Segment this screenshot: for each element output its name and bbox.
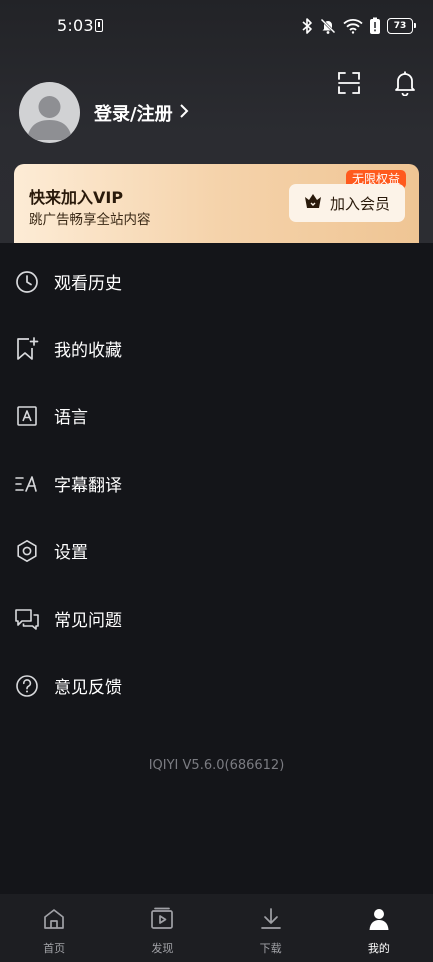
battery-indicator: 73 xyxy=(387,18,416,34)
nav-label: 下载 xyxy=(259,942,282,955)
nav-home[interactable]: 首页 xyxy=(0,894,108,962)
nav-profile[interactable]: 我的 xyxy=(325,894,433,962)
login-label: 登录/注册 xyxy=(94,104,173,125)
gear-icon xyxy=(14,538,40,564)
scan-icon[interactable] xyxy=(335,68,363,98)
menu-item-settings[interactable]: 设置 xyxy=(0,517,433,584)
bell-icon[interactable] xyxy=(391,68,419,98)
vip-promo-card[interactable]: 快来加入VIP 跳广告畅享全站内容 无限权益 加入会员 xyxy=(14,164,419,243)
status-icons: 73 xyxy=(301,15,416,37)
menu-label: 常见问题 xyxy=(54,611,122,631)
header-actions xyxy=(335,68,419,98)
join-vip-button[interactable]: 加入会员 xyxy=(289,184,405,222)
discover-icon xyxy=(149,906,175,932)
app-screen: 5:03 73 登录/注册 快来加入VIP 跳广告畅享全站内容 无限权益 加入会… xyxy=(0,0,433,962)
vip-subtitle: 跳广告畅享全站内容 xyxy=(29,212,151,228)
alert-battery-icon xyxy=(369,17,381,35)
nav-label: 首页 xyxy=(43,942,66,955)
menu-label: 观看历史 xyxy=(54,274,122,294)
chat-icon xyxy=(14,606,40,632)
menu-label: 意见反馈 xyxy=(54,678,122,698)
menu-label: 设置 xyxy=(54,543,88,563)
wifi-icon xyxy=(343,18,363,34)
menu-label: 语言 xyxy=(54,408,88,428)
login-register-link[interactable]: 登录/注册 xyxy=(94,100,189,126)
menu-item-language[interactable]: 语言 xyxy=(0,382,433,449)
menu-item-faq[interactable]: 常见问题 xyxy=(0,585,433,652)
crown-icon xyxy=(304,193,322,213)
clock-icon xyxy=(14,269,40,295)
app-version: IQIYI V5.6.0(686612) xyxy=(148,758,285,773)
status-time: 5:03 xyxy=(57,16,94,35)
help-icon xyxy=(14,673,40,699)
nav-label: 我的 xyxy=(367,942,390,955)
menu-item-subtitle-translation[interactable]: 字幕翻译 xyxy=(0,450,433,517)
language-icon xyxy=(14,403,40,429)
avatar[interactable] xyxy=(19,82,80,143)
subtitle-icon xyxy=(14,471,40,497)
sim-icon xyxy=(95,19,103,32)
chevron-right-icon xyxy=(179,103,189,124)
nav-download[interactable]: 下载 xyxy=(217,894,325,962)
menu-item-favorites[interactable]: 我的收藏 xyxy=(0,315,433,382)
nav-label: 发现 xyxy=(151,942,174,955)
vip-title: 快来加入VIP xyxy=(29,188,124,207)
profile-icon xyxy=(366,906,392,932)
download-icon xyxy=(258,906,284,932)
mute-bell-icon xyxy=(319,17,337,35)
bookmark-icon xyxy=(14,336,40,362)
menu-item-feedback[interactable]: 意见反馈 xyxy=(0,652,433,719)
menu-item-history[interactable]: 观看历史 xyxy=(0,248,433,315)
bottom-nav: 首页 发现 下载 我的 xyxy=(0,894,433,962)
menu-label: 我的收藏 xyxy=(54,341,122,361)
bluetooth-icon xyxy=(301,17,313,35)
nav-discover[interactable]: 发现 xyxy=(108,894,216,962)
status-bar: 5:03 73 xyxy=(0,0,433,52)
menu-label: 字幕翻译 xyxy=(54,476,122,496)
profile-header: 5:03 73 登录/注册 快来加入VIP 跳广告畅享全站内容 无限权益 加入会… xyxy=(0,0,433,243)
join-vip-label: 加入会员 xyxy=(329,194,390,213)
home-icon xyxy=(41,906,67,932)
